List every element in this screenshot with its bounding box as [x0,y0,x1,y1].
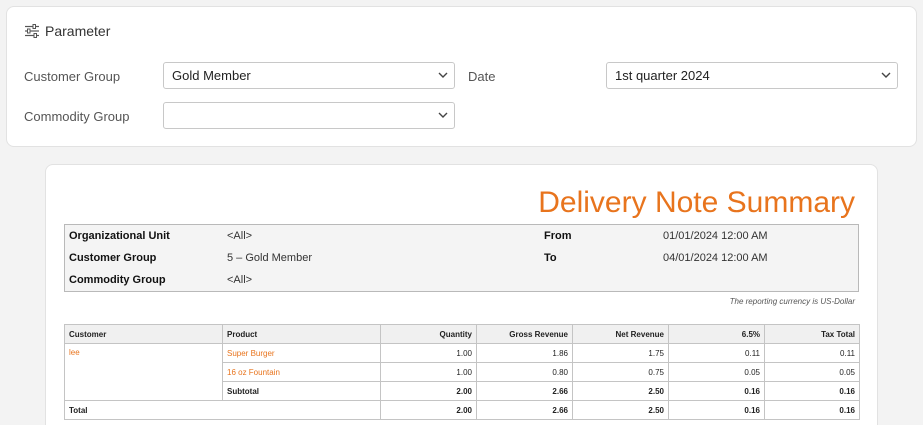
chevron-down-icon [438,112,448,118]
org-unit-label: Organizational Unit [69,230,170,242]
report-info-box: Organizational Unit <All> Customer Group… [64,224,859,292]
date-label: Date [468,69,496,84]
product-link[interactable]: Super Burger [222,343,381,363]
customer-group-label: Customer Group [24,69,121,84]
gross-revenue-cell: 2.66 [476,381,573,401]
date-select[interactable]: 1st quarter 2024 [606,62,898,89]
gross-revenue-cell: 0.80 [476,362,573,382]
chevron-down-icon [438,72,448,78]
tax-cell: 0.05 [668,362,765,382]
from-value: 01/01/2024 12:00 AM [663,230,768,242]
net-revenue-cell: 2.50 [572,381,669,401]
subtotal-label: Subtotal [222,381,381,401]
quantity-cell: 2.00 [380,381,477,401]
report-title: Delivery Note Summary [538,186,855,219]
column-header: Customer [64,324,223,344]
parameter-header: Parameter [24,23,110,39]
from-label: From [544,230,572,242]
customer-group-value: Gold Member [172,68,251,83]
to-label: To [544,252,557,264]
commodity-group-label: Commodity Group [24,109,130,124]
parameter-panel: Parameter Customer Group Gold Member Dat… [6,6,917,147]
column-header: Net Revenue [572,324,669,344]
tax-total-cell: 0.11 [764,343,860,363]
tax-total-cell: 0.05 [764,362,860,382]
info-customer-group-value: 5 – Gold Member [227,252,312,264]
report-page: Delivery Note Summary Organizational Uni… [45,164,878,425]
column-header: Product [222,324,381,344]
net-revenue-cell: 0.75 [572,362,669,382]
quantity-cell: 1.00 [380,343,477,363]
total-row: Total 2.00 2.66 2.50 0.16 0.16 [64,400,860,420]
net-revenue-cell: 2.50 [572,400,669,420]
product-link[interactable]: 16 oz Fountain [222,362,381,382]
date-value: 1st quarter 2024 [615,68,710,83]
info-commodity-group-value: <All> [227,274,253,286]
to-value: 04/01/2024 12:00 AM [663,252,768,264]
chevron-down-icon [881,72,891,78]
parameter-title: Parameter [45,23,111,39]
column-header: 6.5% [668,324,765,344]
info-commodity-group-label: Commodity Group [69,274,166,286]
tax-total-cell: 0.16 [764,400,860,420]
sliders-icon [25,24,39,38]
info-customer-group-label: Customer Group [69,252,157,264]
customer-link[interactable]: lee [64,343,223,401]
tax-cell: 0.16 [668,381,765,401]
org-unit-value: <All> [227,230,253,242]
table-header-row: Customer Product Quantity Gross Revenue … [64,324,860,344]
quantity-cell: 1.00 [380,362,477,382]
tax-cell: 0.16 [668,400,765,420]
customer-group-select[interactable]: Gold Member [163,62,455,89]
currency-note: The reporting currency is US-Dollar [729,297,855,306]
tax-total-cell: 0.16 [764,381,860,401]
summary-table: Customer Product Quantity Gross Revenue … [64,324,860,420]
column-header: Gross Revenue [476,324,573,344]
quantity-cell: 2.00 [380,400,477,420]
tax-cell: 0.11 [668,343,765,363]
gross-revenue-cell: 1.86 [476,343,573,363]
total-label: Total [64,400,381,420]
net-revenue-cell: 1.75 [572,343,669,363]
gross-revenue-cell: 2.66 [476,400,573,420]
column-header: Quantity [380,324,477,344]
table-row: lee Super Burger 1.00 1.86 1.75 0.11 0.1… [64,343,860,401]
commodity-group-select[interactable] [163,102,455,129]
column-header: Tax Total [764,324,860,344]
